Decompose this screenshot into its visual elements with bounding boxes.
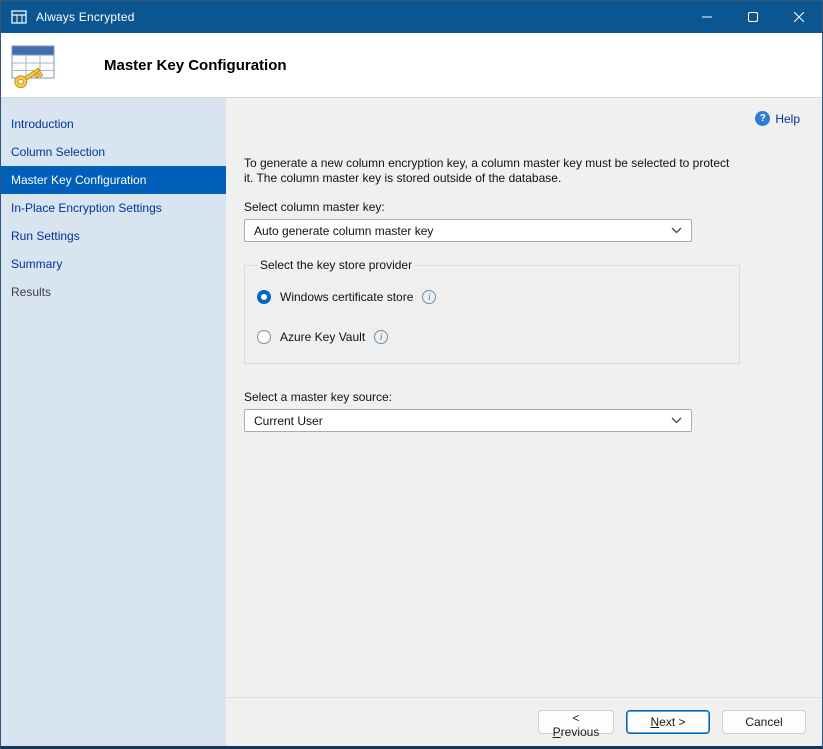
wizard-steps-sidebar: Introduction Column Selection Master Key… xyxy=(1,98,226,746)
master-key-source-value: Current User xyxy=(254,414,323,428)
master-key-source-label: Select a master key source: xyxy=(244,390,822,404)
wizard-header: Master Key Configuration xyxy=(1,33,822,98)
chevron-down-icon xyxy=(671,227,682,234)
column-master-key-select[interactable]: Auto generate column master key xyxy=(244,219,692,242)
table-key-icon xyxy=(9,41,61,89)
page-title: Master Key Configuration xyxy=(104,57,287,74)
sidebar-item-run-settings[interactable]: Run Settings xyxy=(1,222,226,250)
info-icon[interactable]: i xyxy=(374,330,388,344)
windows-certificate-store-label: Windows certificate store xyxy=(280,290,413,304)
radio-unselected-icon[interactable] xyxy=(257,330,271,344)
maximize-icon xyxy=(748,12,758,22)
maximize-button[interactable] xyxy=(730,1,776,33)
minimize-icon xyxy=(702,12,712,22)
sidebar-item-in-place-encryption-settings[interactable]: In-Place Encryption Settings xyxy=(1,194,226,222)
info-icon[interactable]: i xyxy=(422,290,436,304)
radio-selected-icon[interactable] xyxy=(257,290,271,304)
help-link[interactable]: ? Help xyxy=(755,111,800,126)
always-encrypted-window: Always Encrypted xyxy=(0,0,823,749)
app-icon xyxy=(11,9,27,25)
minimize-button[interactable] xyxy=(684,1,730,33)
sidebar-item-column-selection[interactable]: Column Selection xyxy=(1,138,226,166)
sidebar-item-results: Results xyxy=(1,278,226,306)
close-button[interactable] xyxy=(776,1,822,33)
master-key-source-select[interactable]: Current User xyxy=(244,409,692,432)
next-button[interactable]: Next > xyxy=(626,710,710,734)
help-label: Help xyxy=(775,112,800,126)
chevron-down-icon xyxy=(671,417,682,424)
sidebar-item-master-key-configuration[interactable]: Master Key Configuration xyxy=(1,166,226,194)
window-controls xyxy=(684,1,822,33)
cancel-button[interactable]: Cancel xyxy=(722,710,806,734)
description-text: To generate a new column encryption key,… xyxy=(244,156,774,186)
column-master-key-label: Select column master key: xyxy=(244,200,822,214)
previous-button[interactable]: < Previous xyxy=(538,710,614,734)
master-key-configuration-page: ? Help To generate a new column encrypti… xyxy=(226,98,822,746)
titlebar: Always Encrypted xyxy=(1,1,822,33)
azure-key-vault-label: Azure Key Vault xyxy=(280,330,365,344)
key-store-provider-group: Select the key store provider Windows ce… xyxy=(244,258,740,364)
radio-azure-key-vault[interactable]: Azure Key Vault i xyxy=(257,327,727,347)
column-master-key-value: Auto generate column master key xyxy=(254,224,433,238)
sidebar-item-introduction[interactable]: Introduction xyxy=(1,110,226,138)
wizard-footer: < Previous Next > Cancel xyxy=(226,697,822,746)
radio-windows-certificate-store[interactable]: Windows certificate store i xyxy=(257,287,727,307)
close-icon xyxy=(794,12,804,22)
sidebar-item-summary[interactable]: Summary xyxy=(1,250,226,278)
key-store-provider-legend: Select the key store provider xyxy=(257,258,415,272)
help-icon: ? xyxy=(755,111,770,126)
window-title: Always Encrypted xyxy=(36,10,135,24)
